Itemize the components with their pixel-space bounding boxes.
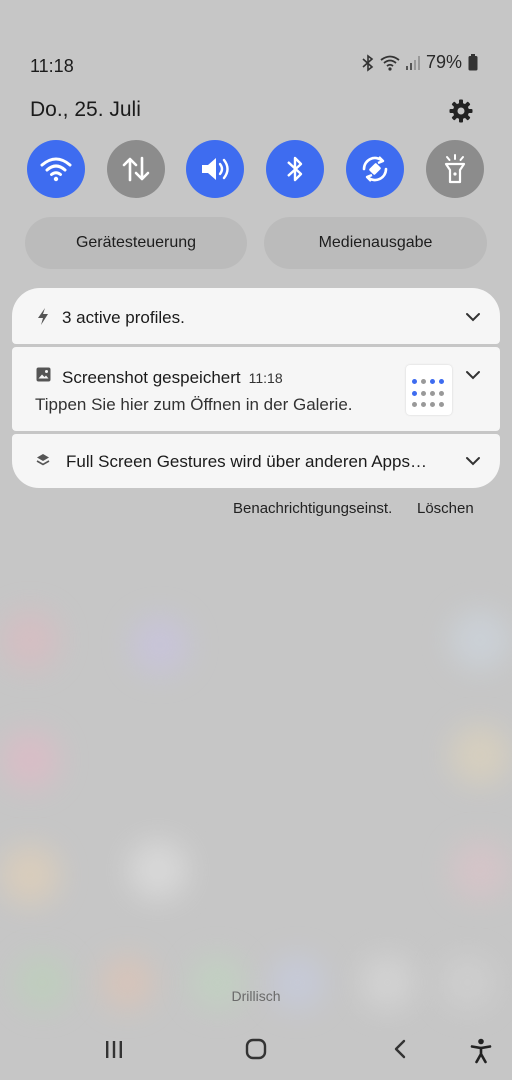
status-icons: 79% xyxy=(362,52,478,73)
battery-icon xyxy=(468,54,478,71)
notification-settings-button[interactable]: Benachrichtigungseinst. xyxy=(233,500,392,517)
gear-icon[interactable] xyxy=(448,98,474,124)
clear-notifications-button[interactable]: Löschen xyxy=(417,500,474,517)
notification-time: 11:18 xyxy=(248,370,283,386)
wifi-icon xyxy=(40,157,72,182)
back-icon[interactable] xyxy=(392,1038,408,1060)
media-output-button[interactable]: Medienausgabe xyxy=(264,217,487,269)
flashlight-tile[interactable] xyxy=(426,140,484,198)
carrier-label: Drillisch xyxy=(231,988,281,1004)
sound-tile[interactable] xyxy=(186,140,244,198)
chevron-down-icon[interactable] xyxy=(464,311,482,323)
battery-percent: 79% xyxy=(425,52,462,72)
auto-rotate-tile[interactable] xyxy=(346,140,404,198)
quick-settings-row xyxy=(0,140,512,200)
bluetooth-icon xyxy=(287,156,303,182)
chevron-down-icon[interactable] xyxy=(464,369,482,381)
recent-apps-icon[interactable] xyxy=(104,1038,124,1060)
home-icon[interactable] xyxy=(245,1038,267,1060)
notification-full-screen-gestures[interactable]: Full Screen Gestures wird über anderen A… xyxy=(12,434,500,488)
notification-panel: 3 active profiles. Screenshot gespeicher… xyxy=(12,288,500,488)
rotate-icon xyxy=(362,156,388,182)
notification-title-text: Screenshot gespeichert xyxy=(62,368,241,387)
chevron-down-icon[interactable] xyxy=(464,455,482,467)
notification-title: 3 active profiles. xyxy=(62,308,185,327)
wifi-tile[interactable] xyxy=(27,140,85,198)
accessibility-icon[interactable] xyxy=(470,1038,492,1064)
signal-icon xyxy=(405,55,420,70)
volume-icon xyxy=(202,158,229,180)
status-bar: 11:18 79% xyxy=(0,48,512,84)
wifi-icon xyxy=(380,55,400,71)
mobile-data-tile[interactable] xyxy=(107,140,165,198)
bolt-icon xyxy=(38,308,48,325)
notification-body: Tippen Sie hier zum Öffnen in der Galeri… xyxy=(35,395,353,414)
notification-active-profiles[interactable]: 3 active profiles. xyxy=(12,288,500,344)
device-control-label: Gerätesteuerung xyxy=(75,234,197,251)
flashlight-icon xyxy=(444,154,466,184)
notification-screenshot[interactable]: Screenshot gespeichert 11:18 Tippen Sie h… xyxy=(12,347,500,431)
date-label: Do., 25. Juli xyxy=(30,98,141,121)
status-time: 11:18 xyxy=(30,56,74,76)
layers-icon xyxy=(36,454,50,466)
navigation-bar xyxy=(0,1030,512,1074)
image-icon xyxy=(36,367,51,382)
notification-title: Full Screen Gestures wird über anderen A… xyxy=(66,452,427,471)
screenshot-thumbnail xyxy=(406,365,452,415)
notification-title: Screenshot gespeichert 11:18 xyxy=(62,368,283,388)
media-output-label: Medienausgabe xyxy=(318,234,433,251)
data-arrows-icon xyxy=(122,156,150,182)
bluetooth-tile[interactable] xyxy=(266,140,324,198)
bluetooth-icon xyxy=(362,53,374,72)
device-control-button[interactable]: Gerätesteuerung xyxy=(25,217,247,269)
